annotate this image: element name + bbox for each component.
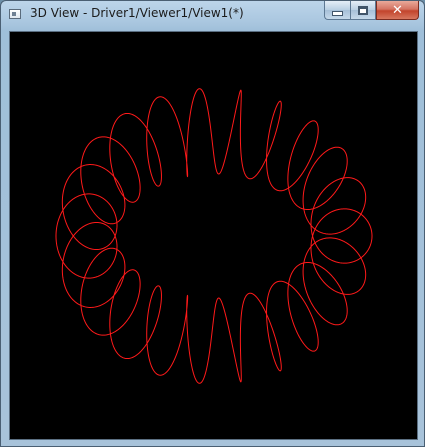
app-window: 3D View - Driver1/Viewer1/View1(*) ✕ [0,0,425,447]
3d-viewport[interactable] [9,31,418,440]
3d-canvas[interactable] [10,32,417,439]
minimize-button[interactable] [324,1,350,20]
toroidal-helix-curve [55,88,373,384]
title-bar[interactable]: 3D View - Driver1/Viewer1/View1(*) ✕ [1,1,424,31]
close-icon: ✕ [392,2,403,18]
close-button[interactable]: ✕ [376,1,419,20]
minimize-icon [332,10,343,16]
window-title: 3D View - Driver1/Viewer1/View1(*) [30,6,244,20]
maximize-button[interactable] [350,1,376,20]
maximize-icon [358,5,368,15]
caption-buttons: ✕ [324,1,419,21]
window-icon[interactable] [9,9,21,19]
